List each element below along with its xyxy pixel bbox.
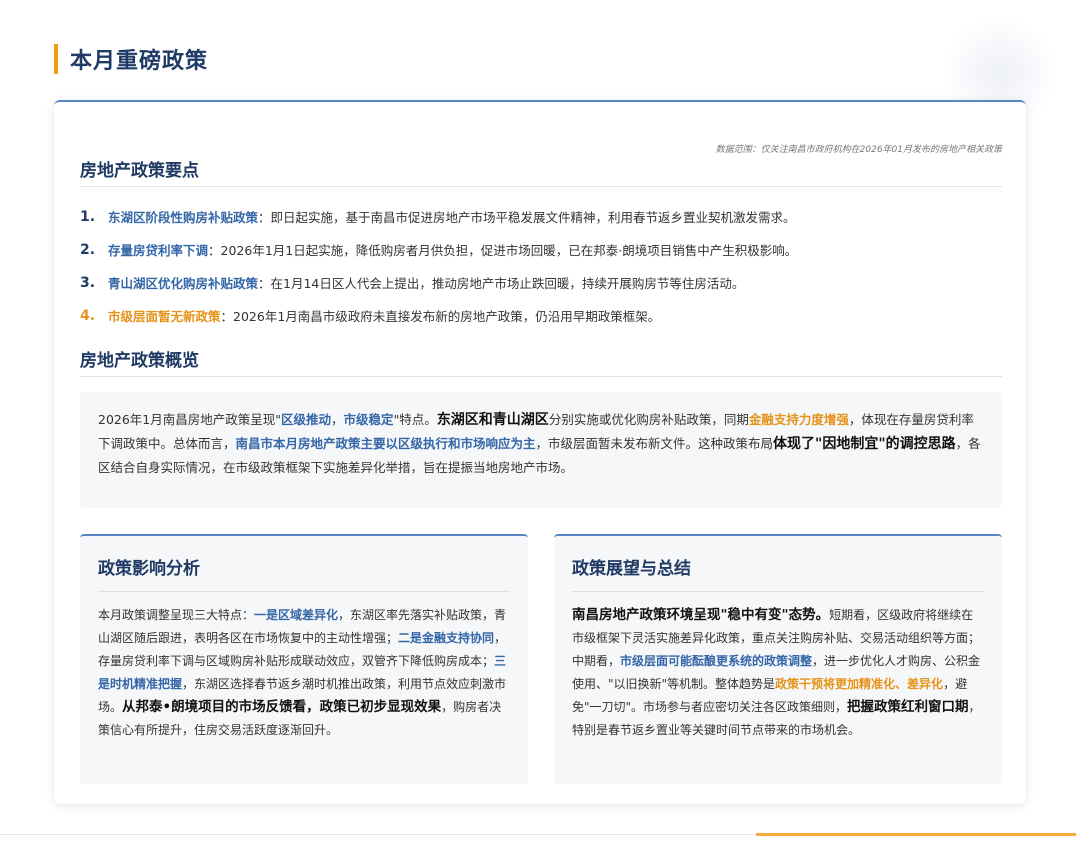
- item-title: 存量房贷利率下调: [108, 243, 209, 258]
- item-number: 1.: [80, 208, 96, 225]
- impact-heading: 政策影响分析: [98, 559, 200, 579]
- emphasis-text: 南昌房地产政策环境呈现"稳中有变"态势。: [572, 607, 830, 623]
- impact-panel: 政策影响分析 本月政策调整呈现三大特点：一是区域差异化，东湖区率先落实补贴政策，…: [80, 534, 528, 784]
- item-number: 3.: [80, 274, 96, 291]
- highlight-text: 南昌市本月房地产政策主要以区级执行和市场响应为主: [235, 436, 536, 451]
- text-run: ，: [331, 412, 344, 427]
- outlook-heading: 政策展望与总结: [572, 559, 691, 579]
- outlook-paragraph: 南昌房地产政策环境呈现"稳中有变"态势。短期看，区级政府将继续在市级框架下灵活实…: [572, 604, 984, 742]
- list-item: 2. 存量房贷利率下调 ：2026年1月1日起实施，降低购房者月供负担，促进市场…: [80, 233, 1002, 266]
- emphasis-text: 东湖区和青山湖区: [436, 412, 549, 428]
- overview-divider: [80, 376, 1002, 377]
- highlight-text: 区级推动: [281, 412, 332, 427]
- highlight-text: 市级稳定: [343, 412, 394, 427]
- emphasis-text: 体现了"因地制宜"的调控思路: [773, 436, 956, 452]
- overview-paragraph: 2026年1月南昌房地产政策呈现"区级推动，市级稳定"特点。东湖区和青山湖区分别…: [80, 392, 1002, 508]
- text-run: 本月政策调整呈现三大特点：: [98, 608, 255, 622]
- emphasis-text: 把握政策红利窗口期: [847, 699, 969, 715]
- overview-heading: 房地产政策概览: [80, 351, 199, 371]
- key-points-divider: [80, 186, 1002, 187]
- item-text: ：2026年1月1日起实施，降低购房者月供负担，促进市场回暖，已在邦泰·朗境项目…: [208, 243, 798, 258]
- data-range-note: 数据范围：仅关注南昌市政府机构在2026年01月发布的房地产相关政策: [715, 145, 1002, 155]
- text-run: 分别实施或优化购房补贴政策，同期: [548, 412, 749, 427]
- impact-divider: [98, 591, 510, 592]
- text-run: "特点。: [393, 412, 437, 427]
- highlight-text: 政策干预将更加精准化、差异化: [775, 677, 944, 691]
- item-text: ：即日起实施，基于南昌市促进房地产市场平稳发展文件精神，利用春节返乡置业契机激发…: [258, 210, 796, 225]
- footer-accent-bar: [756, 833, 1076, 836]
- page-title: 本月重磅政策: [70, 49, 209, 74]
- outlook-divider: [572, 591, 984, 592]
- text-run: ，市级层面暂未发布新文件。这种政策布局: [535, 436, 774, 451]
- highlight-text: 一是区域差异化: [254, 608, 339, 622]
- key-points-heading: 房地产政策要点: [80, 161, 199, 181]
- text-run: 2026年1月南昌房地产政策呈现": [98, 412, 282, 427]
- item-title: 青山湖区优化购房补贴政策: [108, 276, 259, 291]
- list-item: 1. 东湖区阶段性购房补贴政策 ：即日起实施，基于南昌市促进房地产市场平稳发展文…: [80, 200, 1002, 233]
- highlight-text: 市级层面可能酝酿更系统的政策调整: [620, 654, 813, 668]
- emphasis-text: 从邦泰•朗境项目的市场反馈看，政策已初步显现效果: [122, 699, 442, 715]
- impact-paragraph: 本月政策调整呈现三大特点：一是区域差异化，东湖区率先落实补贴政策，青山湖区随后跟…: [98, 604, 510, 742]
- title-accent-bar: [54, 44, 58, 74]
- policy-card: 数据范围：仅关注南昌市政府机构在2026年01月发布的房地产相关政策 房地产政策…: [54, 100, 1026, 804]
- item-number: 4.: [80, 307, 96, 324]
- item-title: 市级层面暂无新政策: [108, 309, 221, 324]
- page-title-block: 本月重磅政策: [54, 44, 208, 74]
- item-number: 2.: [80, 241, 96, 258]
- item-text: ：在1月14日区人代会上提出，推动房地产市场止跌回暖，持续开展购房节等住房活动。: [258, 276, 745, 291]
- list-item: 3. 青山湖区优化购房补贴政策 ：在1月14日区人代会上提出，推动房地产市场止跌…: [80, 266, 1002, 299]
- item-text: ：2026年1月南昌市级政府未直接发布新的房地产政策，仍沿用早期政策框架。: [220, 309, 661, 324]
- outlook-panel: 政策展望与总结 南昌房地产政策环境呈现"稳中有变"态势。短期看，区级政府将继续在…: [554, 534, 1002, 784]
- highlight-text: 金融支持力度增强: [748, 412, 849, 427]
- list-item: 4. 市级层面暂无新政策 ：2026年1月南昌市级政府未直接发布新的房地产政策，…: [80, 299, 1002, 332]
- key-points-list: 1. 东湖区阶段性购房补贴政策 ：即日起实施，基于南昌市促进房地产市场平稳发展文…: [80, 200, 1002, 332]
- item-title: 东湖区阶段性购房补贴政策: [108, 210, 259, 225]
- highlight-text: 二是金融支持协同: [398, 631, 495, 645]
